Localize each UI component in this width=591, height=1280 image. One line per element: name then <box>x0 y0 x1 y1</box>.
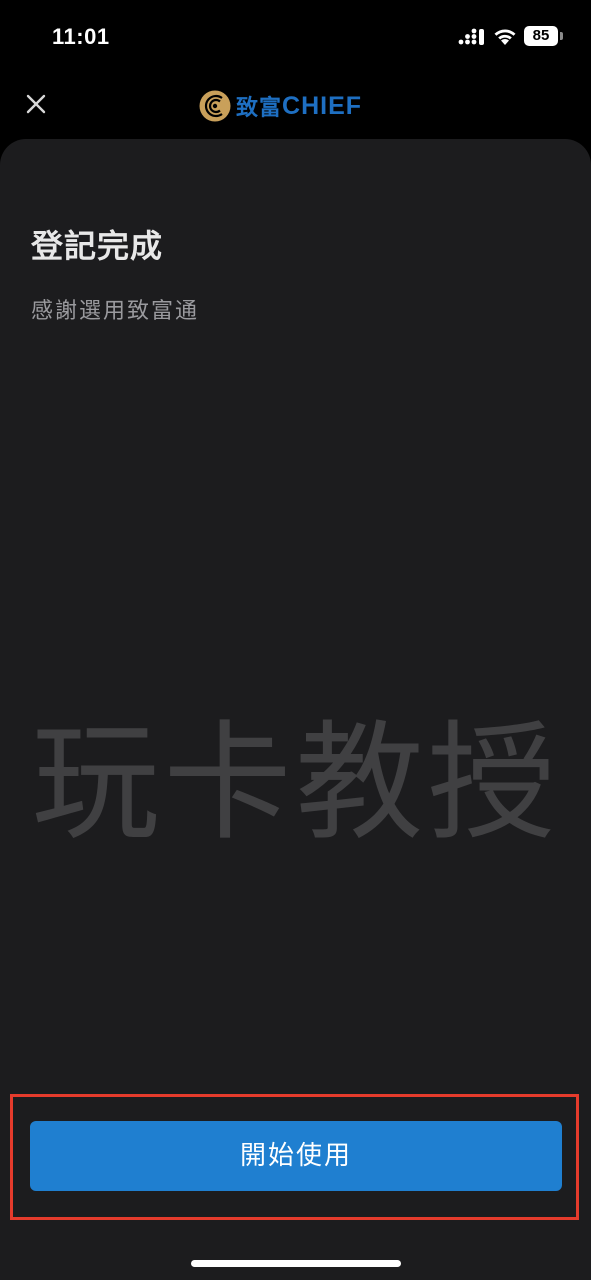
page-title: 登記完成 <box>31 227 164 265</box>
battery-tip <box>560 32 563 40</box>
nav-bar: 致富 CHIEF <box>0 76 591 136</box>
cellular-signal-icon <box>458 28 484 45</box>
close-icon <box>26 94 46 114</box>
page-subtitle: 感謝選用致富通 <box>31 299 200 324</box>
battery-level: 85 <box>524 26 558 46</box>
start-button[interactable]: 開始使用 <box>30 1121 562 1191</box>
logo-emblem-icon <box>199 90 231 122</box>
brand-logo: 致富 CHIEF <box>198 88 362 124</box>
close-button[interactable] <box>18 86 54 122</box>
home-indicator[interactable] <box>191 1260 401 1267</box>
logo-english-text: CHIEF <box>282 91 363 120</box>
watermark: 玩卡教授 <box>31 709 560 858</box>
logo-chinese-text: 致富 <box>236 96 283 121</box>
wifi-icon <box>494 29 516 45</box>
status-bar: 11:01 85 <box>0 0 591 76</box>
battery-indicator: 85 <box>524 26 564 48</box>
status-time: 11:01 <box>52 24 110 49</box>
